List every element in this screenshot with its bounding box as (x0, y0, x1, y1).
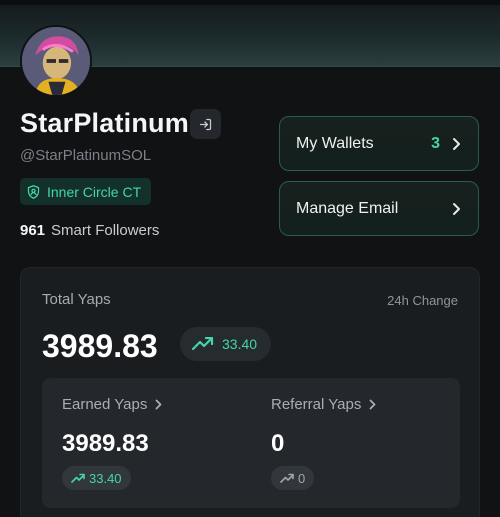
manage-email-button[interactable]: Manage Email (279, 181, 479, 236)
user-handle: @StarPlatinumSOL (20, 147, 152, 164)
earned-change-pill: 33.40 (62, 466, 131, 490)
logout-icon (199, 118, 212, 130)
earned-yaps-link[interactable]: Earned Yaps (62, 396, 162, 413)
banner-top-strip (0, 0, 500, 5)
my-wallets-label: My Wallets (296, 134, 374, 152)
wallets-count: 3 (431, 134, 440, 152)
total-change-pill: 33.40 (180, 327, 271, 361)
trending-up-icon (192, 337, 214, 351)
smart-followers: 961 Smart Followers (20, 222, 159, 239)
avatar[interactable] (20, 25, 92, 97)
earned-yaps-value: 3989.83 (62, 430, 149, 457)
display-name: StarPlatinum (20, 108, 189, 138)
referral-yaps-value: 0 (271, 430, 285, 457)
total-yaps-value: 3989.83 (42, 328, 158, 364)
earned-change-value: 33.40 (89, 470, 122, 486)
chevron-right-icon (369, 399, 376, 410)
my-wallets-button[interactable]: My Wallets 3 (279, 116, 479, 171)
trending-up-icon (71, 473, 85, 483)
referral-change-value: 0 (298, 470, 306, 486)
referral-yaps-link[interactable]: Referral Yaps (271, 396, 376, 413)
yaps-card: Total Yaps 24h Change 3989.83 33.40 Earn… (20, 267, 480, 517)
total-yaps-title: Total Yaps (42, 291, 111, 308)
chevron-right-icon (453, 137, 460, 150)
badge-label: Inner Circle CT (47, 183, 142, 200)
referral-change-pill: 0 (271, 466, 315, 490)
change-period-label: 24h Change (387, 293, 458, 308)
chevron-right-icon (453, 202, 460, 215)
earned-yaps-label: Earned Yaps (62, 396, 148, 413)
trending-up-icon (280, 473, 294, 483)
logout-button[interactable] (190, 109, 221, 139)
yaps-breakdown: Earned Yaps 3989.83 33.40 Referral Yaps … (42, 378, 460, 508)
smart-followers-label: Smart Followers (51, 222, 160, 239)
shield-user-icon (27, 184, 40, 199)
chevron-right-icon (155, 399, 162, 410)
manage-email-label: Manage Email (296, 199, 399, 217)
total-change-value: 33.40 (222, 336, 258, 352)
smart-followers-count: 961 (20, 222, 46, 239)
referral-yaps-label: Referral Yaps (271, 396, 362, 413)
avatar-image (22, 27, 90, 95)
status-badge: Inner Circle CT (20, 178, 152, 205)
